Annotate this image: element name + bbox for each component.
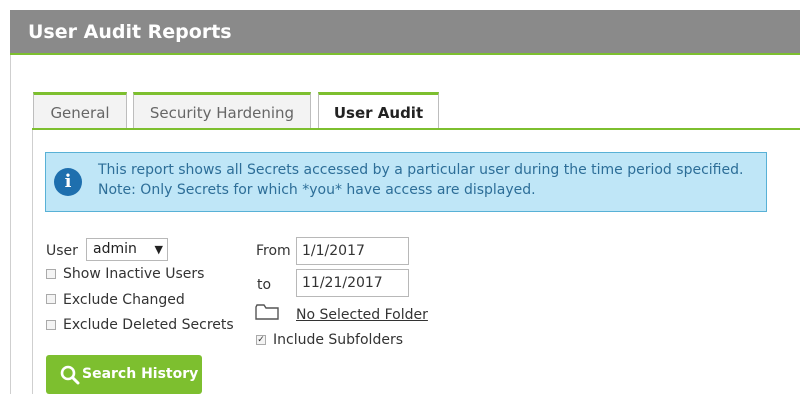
to-label: to	[257, 277, 272, 293]
from-date-input[interactable]: 1/1/2017	[296, 237, 409, 265]
search-icon	[60, 365, 80, 385]
user-select[interactable]: admin ▼	[86, 238, 168, 261]
tab-user-audit[interactable]: User Audit	[318, 92, 439, 130]
tab-general-label: General	[50, 104, 110, 122]
user-label: User	[46, 243, 78, 259]
info-message: This report shows all Secrets accessed b…	[98, 160, 758, 200]
folder-icon[interactable]	[255, 304, 279, 320]
to-date-value: 11/21/2017	[302, 275, 383, 291]
search-history-label: Search History	[82, 366, 199, 382]
exclude-changed-checkbox[interactable]	[46, 294, 56, 304]
exclude-deleted-label: Exclude Deleted Secrets	[63, 317, 234, 333]
from-date-value: 1/1/2017	[302, 243, 365, 259]
info-icon: i	[54, 168, 82, 196]
info-line-1: This report shows all Secrets accessed b…	[98, 162, 744, 178]
info-line-2: Note: Only Secrets for which *you* have …	[98, 182, 536, 198]
page-title: User Audit Reports	[28, 21, 232, 43]
show-inactive-label: Show Inactive Users	[63, 266, 205, 282]
include-subfolders-label: Include Subfolders	[273, 332, 403, 348]
search-history-button[interactable]: Search History	[46, 355, 202, 394]
tab-security-hardening[interactable]: Security Hardening	[133, 92, 311, 128]
from-label: From	[256, 243, 291, 259]
show-inactive-checkbox[interactable]	[46, 269, 56, 279]
tab-security-hardening-label: Security Hardening	[149, 104, 295, 122]
exclude-deleted-checkbox[interactable]	[46, 320, 56, 330]
tab-general[interactable]: General	[33, 92, 127, 128]
page-header: User Audit Reports	[10, 10, 800, 55]
chevron-down-icon: ▼	[154, 243, 163, 256]
top-strip	[0, 0, 800, 10]
exclude-changed-label: Exclude Changed	[63, 292, 185, 308]
to-date-input[interactable]: 11/21/2017	[296, 269, 409, 297]
selected-folder-link[interactable]: No Selected Folder	[296, 307, 428, 323]
user-select-value: admin	[93, 241, 137, 257]
tab-user-audit-label: User Audit	[333, 104, 424, 122]
include-subfolders-checkbox[interactable]: ✓	[256, 335, 266, 345]
